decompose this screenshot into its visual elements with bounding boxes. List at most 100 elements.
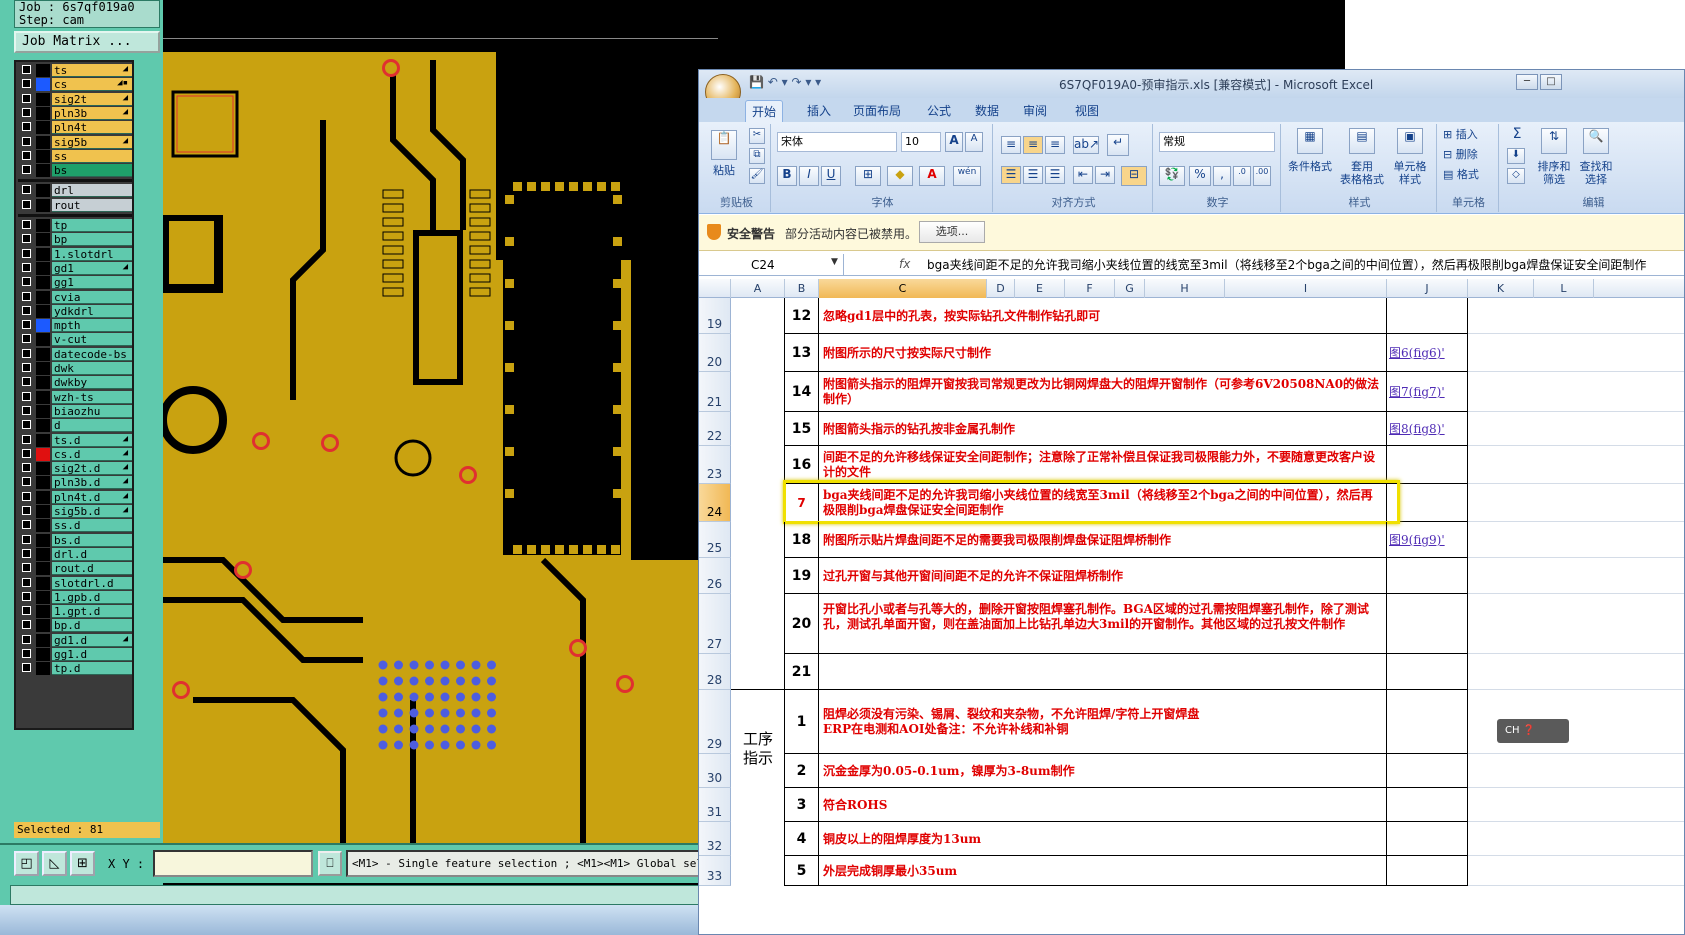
layer-checkbox[interactable] [22,391,31,401]
layer-checkbox[interactable] [22,107,31,117]
layer-row[interactable]: 1.gpt.d [18,605,132,619]
cell-instruction[interactable]: 附图箭头指示的阻焊开窗按我司常规更改为比铜网焊盘大的阻焊开窗制作（可参考6V20… [819,372,1387,412]
row-header[interactable]: 23 [699,446,731,484]
layer-row[interactable]: pln4t [18,121,132,135]
layer-row[interactable]: sig5b ◢ [18,135,132,149]
zoom-box-button[interactable]: ◰ [14,851,39,876]
column-header-L[interactable]: L [1534,279,1594,298]
layer-row[interactable]: bs.d [18,533,132,547]
decrease-indent-icon[interactable]: ⇤ [1073,166,1093,184]
cell-a[interactable] [731,298,785,334]
cell-a[interactable] [731,856,785,886]
layer-checkbox[interactable] [22,305,31,315]
cell-figure-link[interactable]: 图6(fig6)' [1387,334,1468,372]
layer-row[interactable]: tp.d [18,662,132,676]
layer-row[interactable]: slotdrl.d [18,576,132,590]
select-all-corner[interactable] [699,279,731,298]
layer-checkbox[interactable] [22,234,31,244]
tab-2[interactable]: 页面布局 [847,100,907,122]
cell-number[interactable]: 12 [785,298,819,334]
cell-figure-link[interactable] [1387,654,1468,690]
cell-figure-link[interactable] [1387,446,1468,484]
layer-checkbox[interactable] [22,491,31,501]
cell-number[interactable]: 5 [785,856,819,886]
layer-checkbox[interactable] [22,150,31,160]
layer-row[interactable]: pln4t.d ◢ [18,490,132,504]
cell-instruction[interactable]: 附图所示贴片焊盘间距不足的需要我司极限削焊盘保证阻焊桥制作 [819,522,1387,558]
tab-6[interactable]: 视图 [1069,100,1105,122]
cell-figure-link[interactable] [1387,298,1468,334]
layer-checkbox[interactable] [22,248,31,258]
layer-checkbox[interactable] [22,93,31,103]
cell-number[interactable]: 21 [785,654,819,690]
cell-a[interactable] [731,558,785,594]
conditional-format-icon[interactable]: ▦ [1297,128,1323,154]
fill-icon[interactable]: ⬇ [1507,148,1525,164]
layer-row[interactable]: gd1.d ◢ [18,633,132,647]
cell-number[interactable]: 3 [785,788,819,822]
layer-checkbox[interactable] [22,136,31,146]
layer-row[interactable]: ydkdrl [18,304,132,318]
layer-row[interactable]: bs [18,164,132,178]
maximize-button[interactable]: □ [1540,74,1562,90]
cell-instruction[interactable]: 间距不足的允许移线保证安全间距制作；注意除了正常补偿且保证我司极限能力外，不要随… [819,446,1387,484]
cell-a[interactable] [731,522,785,558]
cell-styles-button[interactable]: 单元格 样式 [1383,160,1437,186]
merge-center-icon[interactable]: ⊟ [1121,166,1147,186]
cell-figure-link[interactable] [1387,690,1468,754]
number-format-select[interactable]: 常规 [1159,132,1275,152]
name-box-dropdown-icon[interactable]: ▼ [831,257,838,267]
cell-instruction[interactable] [819,654,1387,690]
cell-number[interactable]: 1 [785,690,819,754]
layer-checkbox[interactable] [22,620,31,630]
layer-row[interactable]: v-cut [18,333,132,347]
cell-instruction[interactable]: 附图所示的尺寸按实际尺寸制作 [819,334,1387,372]
cell-figure-link[interactable] [1387,558,1468,594]
measure-button[interactable]: ◺ [42,851,67,876]
layer-row[interactable]: pln3b.d ◢ [18,476,132,490]
layer-checkbox[interactable] [22,405,31,415]
layer-checkbox[interactable] [22,634,31,644]
layer-row[interactable]: dwkby [18,376,132,390]
pcb-canvas[interactable] [163,0,712,843]
layer-row[interactable]: sig5b.d ◢ [18,505,132,518]
layer-checkbox[interactable] [22,663,31,673]
cell-number[interactable]: 2 [785,754,819,788]
row-header[interactable]: 32 [699,822,731,856]
layer-row[interactable]: drl [18,184,132,198]
layer-row[interactable]: gd1 ◢ [18,261,132,275]
align-right-icon[interactable]: ☰ [1045,166,1065,184]
column-header-C[interactable]: C [819,279,987,298]
increase-indent-icon[interactable]: ⇥ [1095,166,1115,184]
cell-number[interactable]: 13 [785,334,819,372]
layer-checkbox[interactable] [22,348,31,358]
layer-checkbox[interactable] [22,262,31,272]
layer-checkbox[interactable] [22,506,31,515]
layer-row[interactable]: pln3b ◢ [18,106,132,120]
layer-row[interactable]: tp [18,219,132,232]
layer-checkbox[interactable] [22,563,31,573]
row-header[interactable]: 20 [699,334,731,372]
layer-checkbox[interactable] [22,548,31,558]
comma-button[interactable]: , [1213,166,1231,186]
format-as-table-icon[interactable]: ▤ [1349,128,1375,154]
find-select-icon[interactable]: 🔍 [1583,128,1609,154]
orientation-icon[interactable]: ab↗ [1073,136,1099,154]
cell-instruction[interactable]: 开窗比孔小或者与孔等大的，删除开窗按阻焊塞孔制作。BGA区域的过孔需按阻焊塞孔制… [819,594,1387,654]
layer-row[interactable]: drl.d [18,547,132,561]
layer-checkbox[interactable] [22,199,31,209]
tab-0[interactable]: 开始 [745,100,784,122]
sort-filter-icon[interactable]: ⇅ [1541,128,1567,154]
layer-row[interactable]: 1.gpb.d [18,590,132,604]
italic-button[interactable]: I [799,166,819,186]
cell-figure-link[interactable] [1387,754,1468,788]
autosum-button[interactable]: Σ [1507,127,1527,141]
ime-language-bar[interactable]: CH ❓ [1497,719,1569,743]
cell-a[interactable] [731,822,785,856]
copy-icon[interactable]: ⧉ [749,148,765,164]
job-matrix-button[interactable]: Job Matrix ... [14,31,160,53]
underline-button[interactable]: U [821,166,841,186]
layer-checkbox[interactable] [22,65,31,74]
wrap-text-icon[interactable]: ↵ [1107,134,1129,156]
column-header-H[interactable]: H [1145,279,1225,298]
